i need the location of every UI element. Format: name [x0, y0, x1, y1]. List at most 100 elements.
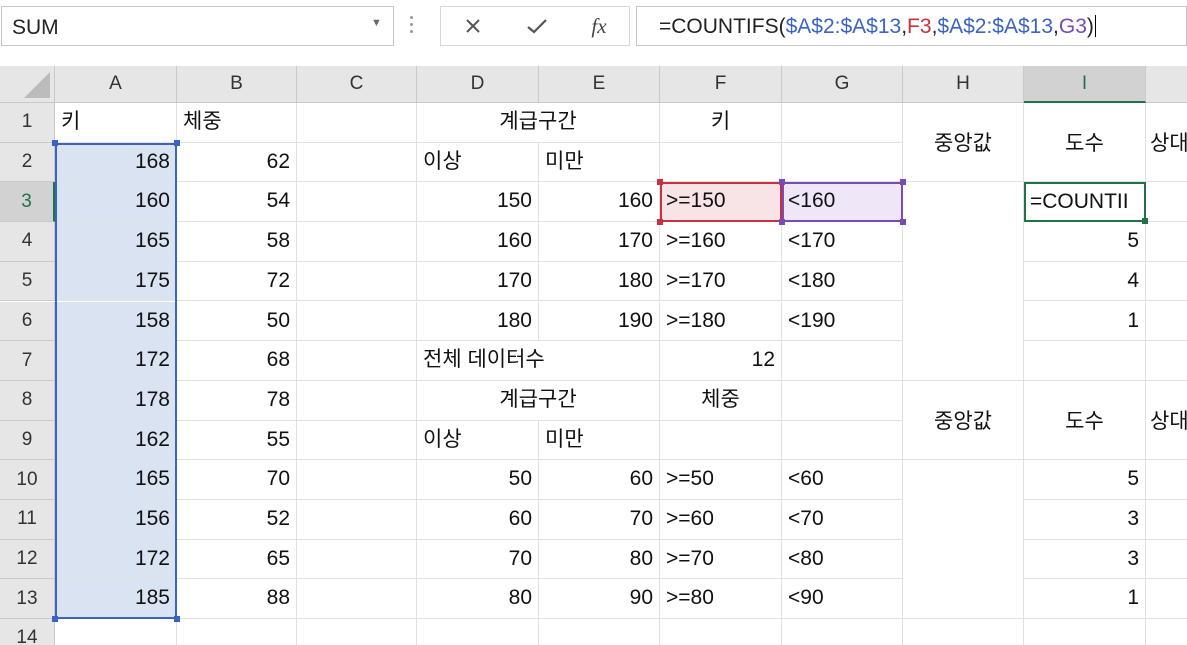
- cell-a5[interactable]: 175: [55, 261, 177, 302]
- cell-i10[interactable]: 5: [1024, 460, 1146, 500]
- grid-cell[interactable]: [1146, 579, 1187, 620]
- row-header-11[interactable]: 11: [0, 500, 55, 540]
- cell-f8[interactable]: 체중: [660, 380, 782, 421]
- cell-b1[interactable]: 체중: [177, 103, 297, 143]
- grid-cell[interactable]: [297, 142, 417, 183]
- grid-cell[interactable]: [417, 619, 539, 645]
- cell-e2[interactable]: 미만: [539, 142, 660, 183]
- cell-g12[interactable]: <80: [782, 539, 903, 580]
- cell-e13[interactable]: 90: [539, 579, 660, 620]
- cell-e3[interactable]: 160: [539, 182, 660, 223]
- grid-cell[interactable]: [903, 619, 1024, 645]
- cell-g13[interactable]: <90: [782, 579, 903, 620]
- cell-j1[interactable]: 상대: [1146, 103, 1187, 183]
- formula-input[interactable]: =COUNTIFS($A$2:$A$13,F3,$A$2:$A$13,G3): [636, 6, 1187, 46]
- cell-a9[interactable]: 162: [55, 420, 177, 461]
- cell-f11[interactable]: >=60: [660, 500, 782, 540]
- cell-e12[interactable]: 80: [539, 539, 660, 580]
- cell-d13[interactable]: 80: [417, 579, 539, 620]
- grid-cell[interactable]: [297, 460, 417, 500]
- cell-d4[interactable]: 160: [417, 222, 539, 262]
- cell-f13[interactable]: >=80: [660, 579, 782, 620]
- range-handle[interactable]: [779, 179, 785, 186]
- cell-f5[interactable]: >=170: [660, 261, 782, 302]
- column-header-partial[interactable]: [1146, 66, 1187, 103]
- merged-blank-h3[interactable]: [903, 182, 1024, 381]
- row-header-10[interactable]: 10: [0, 460, 55, 500]
- merged-blank-h10[interactable]: [903, 460, 1024, 620]
- cell-h8[interactable]: 중앙값: [903, 380, 1024, 461]
- grid-cell[interactable]: [782, 142, 903, 183]
- cell-i12[interactable]: 3: [1024, 539, 1146, 580]
- column-header-d[interactable]: D: [417, 66, 539, 103]
- cell-a13[interactable]: 185: [55, 579, 177, 620]
- grid-cell[interactable]: [297, 341, 417, 381]
- cell-g4[interactable]: <170: [782, 222, 903, 262]
- cell-i5[interactable]: 4: [1024, 261, 1146, 302]
- row-header-4[interactable]: 4: [0, 222, 55, 262]
- cell-a8[interactable]: 178: [55, 380, 177, 421]
- row-header-5[interactable]: 5: [0, 261, 55, 302]
- range-handle[interactable]: [779, 219, 785, 226]
- cell-h1[interactable]: 중앙값: [903, 103, 1024, 183]
- cell-i4[interactable]: 5: [1024, 222, 1146, 262]
- cell-b5[interactable]: 72: [177, 261, 297, 302]
- cell-e10[interactable]: 60: [539, 460, 660, 500]
- cell-b12[interactable]: 65: [177, 539, 297, 580]
- cell-g10[interactable]: <60: [782, 460, 903, 500]
- cell-b2[interactable]: 62: [177, 142, 297, 183]
- grid-cell[interactable]: [782, 103, 903, 143]
- cell-a11[interactable]: 156: [55, 500, 177, 540]
- grid-cell[interactable]: [1146, 460, 1187, 500]
- range-handle[interactable]: [52, 139, 58, 146]
- cell-a4[interactable]: 165: [55, 222, 177, 262]
- grid-cell[interactable]: [297, 619, 417, 645]
- cell-f1[interactable]: 키: [660, 103, 782, 143]
- cell-f6[interactable]: >=180: [660, 301, 782, 342]
- cell-i13[interactable]: 1: [1024, 579, 1146, 620]
- row-header-2[interactable]: 2: [0, 142, 55, 183]
- cell-e4[interactable]: 170: [539, 222, 660, 262]
- grid-cell[interactable]: [1146, 262, 1187, 302]
- cell-a10[interactable]: 165: [55, 460, 177, 500]
- range-handle[interactable]: [174, 139, 180, 146]
- cell-b8[interactable]: 78: [177, 380, 297, 421]
- row-header-1[interactable]: 1: [0, 103, 55, 143]
- grid-cell[interactable]: [782, 619, 903, 645]
- cell-e11[interactable]: 70: [539, 500, 660, 540]
- drag-handle-icon[interactable]: [410, 16, 414, 36]
- column-header-b[interactable]: B: [177, 66, 297, 103]
- grid-cell[interactable]: [55, 619, 177, 645]
- cell-b7[interactable]: 68: [177, 341, 297, 381]
- cell-b9[interactable]: 55: [177, 420, 297, 461]
- range-handle[interactable]: [657, 219, 663, 226]
- chevron-down-icon[interactable]: ▼: [371, 17, 383, 33]
- cell-e5[interactable]: 180: [539, 261, 660, 302]
- grid-cell[interactable]: [1146, 619, 1187, 645]
- grid-cell[interactable]: [660, 619, 782, 645]
- grid-cell[interactable]: [297, 182, 417, 223]
- row-header-8[interactable]: 8: [0, 380, 55, 421]
- grid-cell[interactable]: [177, 619, 297, 645]
- cell-d9[interactable]: 이상: [417, 420, 539, 461]
- grid-cell[interactable]: [782, 380, 903, 421]
- cell-d5[interactable]: 170: [417, 261, 539, 302]
- row-header-3[interactable]: 3: [0, 182, 55, 223]
- cell-g6[interactable]: <190: [782, 301, 903, 342]
- cell-f10[interactable]: >=50: [660, 460, 782, 500]
- cell-a2[interactable]: 168: [55, 142, 177, 183]
- row-header-7[interactable]: 7: [0, 341, 55, 381]
- cell-e9[interactable]: 미만: [539, 420, 660, 461]
- column-header-e[interactable]: E: [539, 66, 660, 103]
- grid-cell[interactable]: [297, 103, 417, 143]
- column-header-a[interactable]: A: [55, 66, 177, 103]
- grid-cell[interactable]: [297, 222, 417, 262]
- name-box[interactable]: SUM ▼: [1, 6, 394, 46]
- range-handle[interactable]: [657, 179, 663, 186]
- range-handle[interactable]: [900, 219, 906, 226]
- column-header-i[interactable]: I: [1024, 66, 1146, 103]
- cell-g3[interactable]: <160: [782, 182, 903, 223]
- grid-cell[interactable]: [297, 539, 417, 580]
- cell-i6[interactable]: 1: [1024, 301, 1146, 342]
- cell-b3[interactable]: 54: [177, 182, 297, 223]
